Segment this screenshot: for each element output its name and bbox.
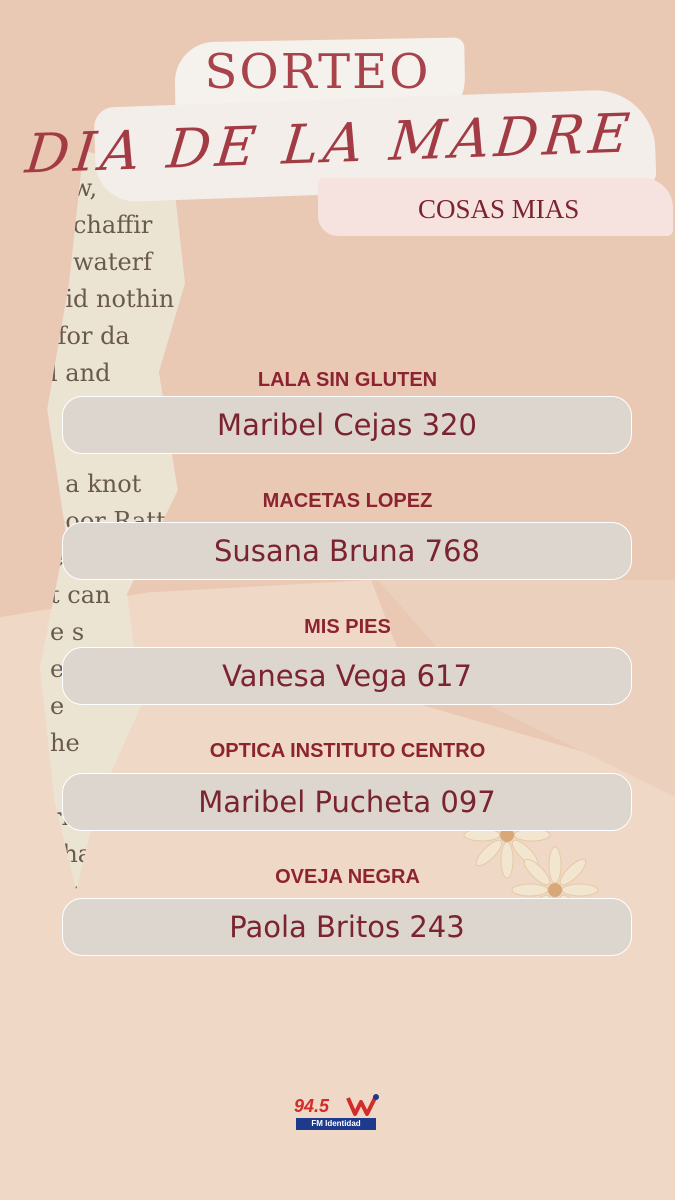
winner-box: Paola Britos 243	[62, 898, 632, 956]
winner-box: Susana Bruna 768	[62, 522, 632, 580]
wave-icon	[346, 1094, 379, 1116]
store-label: OPTICA INSTITUTO CENTRO	[209, 740, 486, 762]
winner-box: Maribel Cejas 320	[62, 396, 632, 454]
winner-box: Maribel Pucheta 097	[62, 773, 632, 831]
sponsor-subtitle: COSAS MIAS	[418, 194, 580, 224]
store-label: MIS PIES	[304, 616, 391, 638]
store-label: MACETAS LOPEZ	[262, 490, 433, 512]
logo-station: FM Identidad	[296, 1118, 376, 1130]
page-title: SORTEO	[204, 44, 431, 100]
winner-box: Vanesa Vega 617	[62, 647, 632, 705]
store-label: LALA SIN GLUTEN	[257, 369, 438, 391]
radio-logo: 94.5 FM Identidad	[294, 1094, 380, 1134]
logo-frequency: 94.5	[294, 1096, 330, 1116]
store-label: OVEJA NEGRA	[275, 866, 420, 888]
